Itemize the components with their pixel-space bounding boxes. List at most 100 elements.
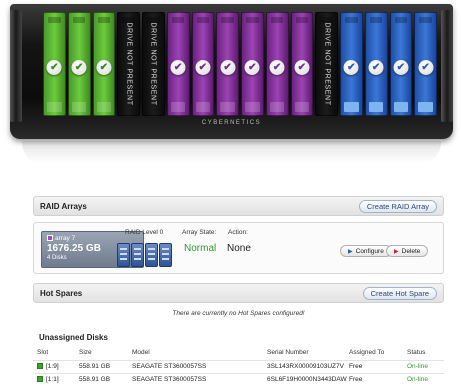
array-state-value: Normal [184,243,217,254]
assigned-value: Free [349,376,363,383]
checkmark-icon: ✔ [220,60,236,75]
status-value: On-line [407,363,428,370]
drive-bay-purple[interactable]: ✔ [265,12,289,116]
delete-button[interactable]: ▶ Delete [386,245,429,257]
disk-icon [145,243,158,267]
bay-handle [344,102,359,112]
raid-array-row[interactable]: array 7 1676.25 GB 4 Disks RAID Level 0 … [33,222,444,274]
bay-handle [245,102,260,112]
bay-handle [418,102,433,112]
unassigned-disks-title: Unassigned Disks [39,332,108,342]
rack-ear-left [10,10,22,122]
chassis-brand: CYBERNETICS [201,120,262,126]
bay-handle [269,102,285,112]
drive-bays: ✔ ✔ ✔ DRIVE NOT PRESENT DRIVE NOT PRESENT ✔ ✔ ✔… [43,12,437,116]
bay-handle [195,102,211,112]
model-value: SEAGATE ST3600057SS [132,363,207,370]
drive-bay-green[interactable]: ✔ [92,12,116,116]
col-model: Model [132,349,150,356]
raid-arrays-title: RAID Arrays [40,201,87,211]
bay-handle [47,102,62,112]
drive-bay-purple[interactable]: ✔ [191,12,215,116]
serial-value: 6SL6F19H0000N3443DAW [267,376,347,383]
bay-handle [96,102,112,112]
model-value: SEAGATE ST3600057SS [132,376,207,383]
bay-latch [97,17,111,23]
checkmark-icon: ✔ [244,60,260,75]
size-value: 558.91 GB [79,376,111,383]
bay-latch [419,17,432,23]
bay-latch [72,17,86,23]
drive-bay-green[interactable]: ✔ [67,12,91,116]
disk-icon [159,243,172,267]
drive-bay-blue[interactable]: ✔ [340,12,363,116]
arrow-right-icon: ▶ [348,248,353,255]
checkmark-icon: ✔ [96,60,112,75]
bay-latch [48,17,61,23]
serial-value: 3SL143RX00009103UZ7V [267,363,344,370]
table-row[interactable]: [1:9] 558.91 GB SEAGATE ST3600057SS 3SL1… [33,360,444,372]
col-status: Status [407,349,426,356]
create-hot-spare-button[interactable]: Create Hot Spare [362,286,437,300]
hot-spares-title: Hot Spares [40,288,83,298]
disks-table-header: Slot Size Model Serial Number Assigned T… [33,347,444,359]
assigned-value: Free [349,363,363,370]
drive-not-present-label: DRIVE NOT PRESENT [125,22,133,106]
table-row[interactable]: [1:1] 558.91 GB SEAGATE ST3600057SS 6SL6… [33,373,444,385]
array-disk-icons [117,243,172,267]
configure-label: Configure [355,247,384,255]
drive-bay-purple[interactable]: ✔ [166,12,190,116]
hot-spares-empty-note: There are currently no Hot Spares config… [172,310,305,317]
rack-ear-right [441,10,453,122]
checkmark-icon: ✔ [343,60,359,75]
checkmark-icon: ✔ [294,60,310,75]
action-value: None [227,243,251,254]
col-size: Size [79,349,92,356]
checkmark-icon: ✔ [393,60,409,75]
bay-latch [246,17,259,23]
disk-status-square [37,363,43,369]
array-state-label: Array State: [182,229,217,236]
drive-bay-empty[interactable]: DRIVE NOT PRESENT [117,12,140,116]
bay-latch [171,17,185,23]
drive-bay-empty[interactable]: DRIVE NOT PRESENT [315,12,338,116]
col-serial: Serial Number [267,349,309,356]
col-assigned-to: Assigned To [349,349,385,356]
bay-latch [369,17,383,23]
drive-bay-purple[interactable]: ✔ [241,12,264,116]
checkmark-icon: ✔ [170,60,186,75]
drive-bay-blue[interactable]: ✔ [389,12,413,116]
create-raid-array-button[interactable]: Create RAID Array [358,199,437,213]
checkmark-icon: ✔ [368,60,384,75]
bay-handle [294,102,310,112]
arrow-right-icon: ▶ [394,248,399,255]
raid-level-label: RAID Level 0 [125,229,164,236]
bay-latch [196,17,210,23]
slot-value: [1:9] [46,363,59,370]
drive-bay-blue[interactable]: ✔ [364,12,388,116]
raid-arrays-header: RAID Arrays Create RAID Array [33,196,444,216]
array-name: array 7 [55,235,76,242]
disk-status-square [37,376,43,382]
drive-bay-purple[interactable]: ✔ [290,12,314,116]
drive-bay-blue[interactable]: ✔ [414,12,437,116]
drive-bay-empty[interactable]: DRIVE NOT PRESENT [142,12,165,116]
checkmark-icon: ✔ [71,60,87,75]
drive-bay-green[interactable]: ✔ [43,12,66,116]
checkmark-icon: ✔ [418,60,434,75]
bay-latch [345,17,358,23]
status-value: On-line [407,376,428,383]
server-chassis: ✔ ✔ ✔ DRIVE NOT PRESENT DRIVE NOT PRESENT ✔ ✔ ✔… [10,4,453,139]
disk-icon [117,243,130,267]
bay-handle [393,102,409,112]
drive-not-present-label: DRIVE NOT PRESENT [149,22,157,106]
size-value: 558.91 GB [79,363,111,370]
hot-spares-header: Hot Spares Create Hot Spare [33,283,444,303]
checkmark-icon: ✔ [46,60,62,75]
configure-button[interactable]: ▶ Configure [340,245,392,257]
checkmark-icon: ✔ [269,60,285,75]
drive-not-present-label: DRIVE NOT PRESENT [323,22,331,106]
action-label: Action: [228,229,248,236]
bay-handle [220,102,235,112]
drive-bay-purple[interactable]: ✔ [216,12,239,116]
